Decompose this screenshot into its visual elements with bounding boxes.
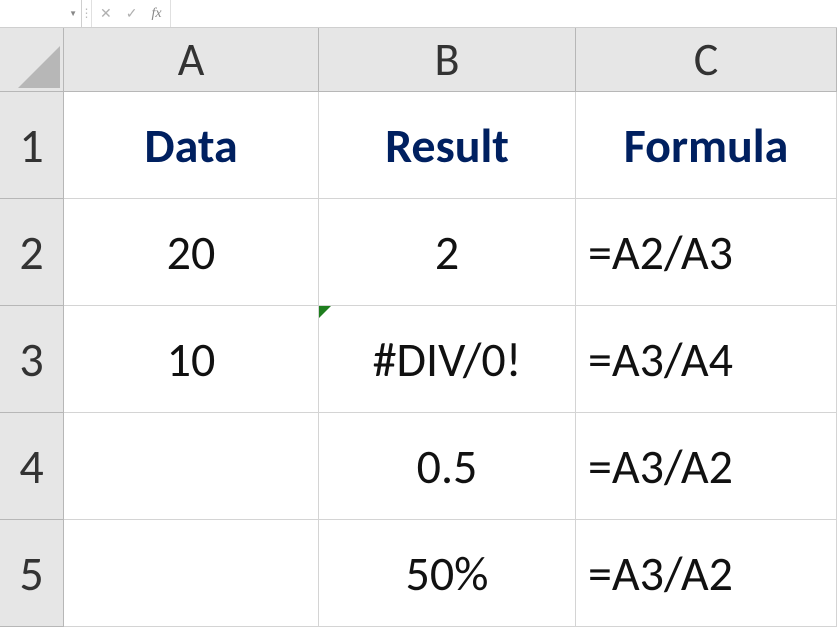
col-header-C[interactable]: C <box>576 28 837 92</box>
cell-A2[interactable]: 20 <box>64 199 319 306</box>
select-all-corner[interactable] <box>0 28 64 92</box>
cell-C2[interactable]: =A2/A3 <box>576 199 837 306</box>
cell-C4[interactable]: =A3/A2 <box>576 413 837 520</box>
cell-A5[interactable] <box>64 520 319 627</box>
cell-C1[interactable]: Formula <box>576 92 837 199</box>
cell-A4[interactable] <box>64 413 319 520</box>
cell-B1[interactable]: Result <box>319 92 576 199</box>
chevron-down-icon[interactable]: ▼ <box>69 9 77 19</box>
formula-bar-controls: ✕ ✓ fx <box>92 0 171 27</box>
formula-bar: ▼ ⋮ ✕ ✓ fx <box>0 0 837 28</box>
fx-icon[interactable]: fx <box>151 6 161 22</box>
cell-B4[interactable]: 0.5 <box>319 413 576 520</box>
cell-B2[interactable]: 2 <box>319 199 576 306</box>
row-header-2[interactable]: 2 <box>0 199 64 306</box>
row-header-4[interactable]: 4 <box>0 413 64 520</box>
cell-B3[interactable]: #DIV/0! <box>319 306 576 413</box>
enter-icon[interactable]: ✓ <box>126 5 138 22</box>
cell-C3[interactable]: =A3/A4 <box>576 306 837 413</box>
row-header-3[interactable]: 3 <box>0 306 64 413</box>
name-box[interactable]: ▼ <box>0 0 82 27</box>
formula-bar-separator: ⋮ <box>82 0 92 27</box>
cell-A1[interactable]: Data <box>64 92 319 199</box>
cell-B5[interactable]: 50% <box>319 520 576 627</box>
spreadsheet-grid: A B C 1 Data Result Formula 2 20 2 =A2/A… <box>0 28 837 627</box>
row-header-5[interactable]: 5 <box>0 520 64 627</box>
col-header-A[interactable]: A <box>64 28 319 92</box>
cancel-icon[interactable]: ✕ <box>100 5 112 22</box>
formula-input[interactable] <box>171 0 837 27</box>
cell-C5[interactable]: =A3/A2 <box>576 520 837 627</box>
cell-A3[interactable]: 10 <box>64 306 319 413</box>
col-header-B[interactable]: B <box>319 28 576 92</box>
row-header-1[interactable]: 1 <box>0 92 64 199</box>
